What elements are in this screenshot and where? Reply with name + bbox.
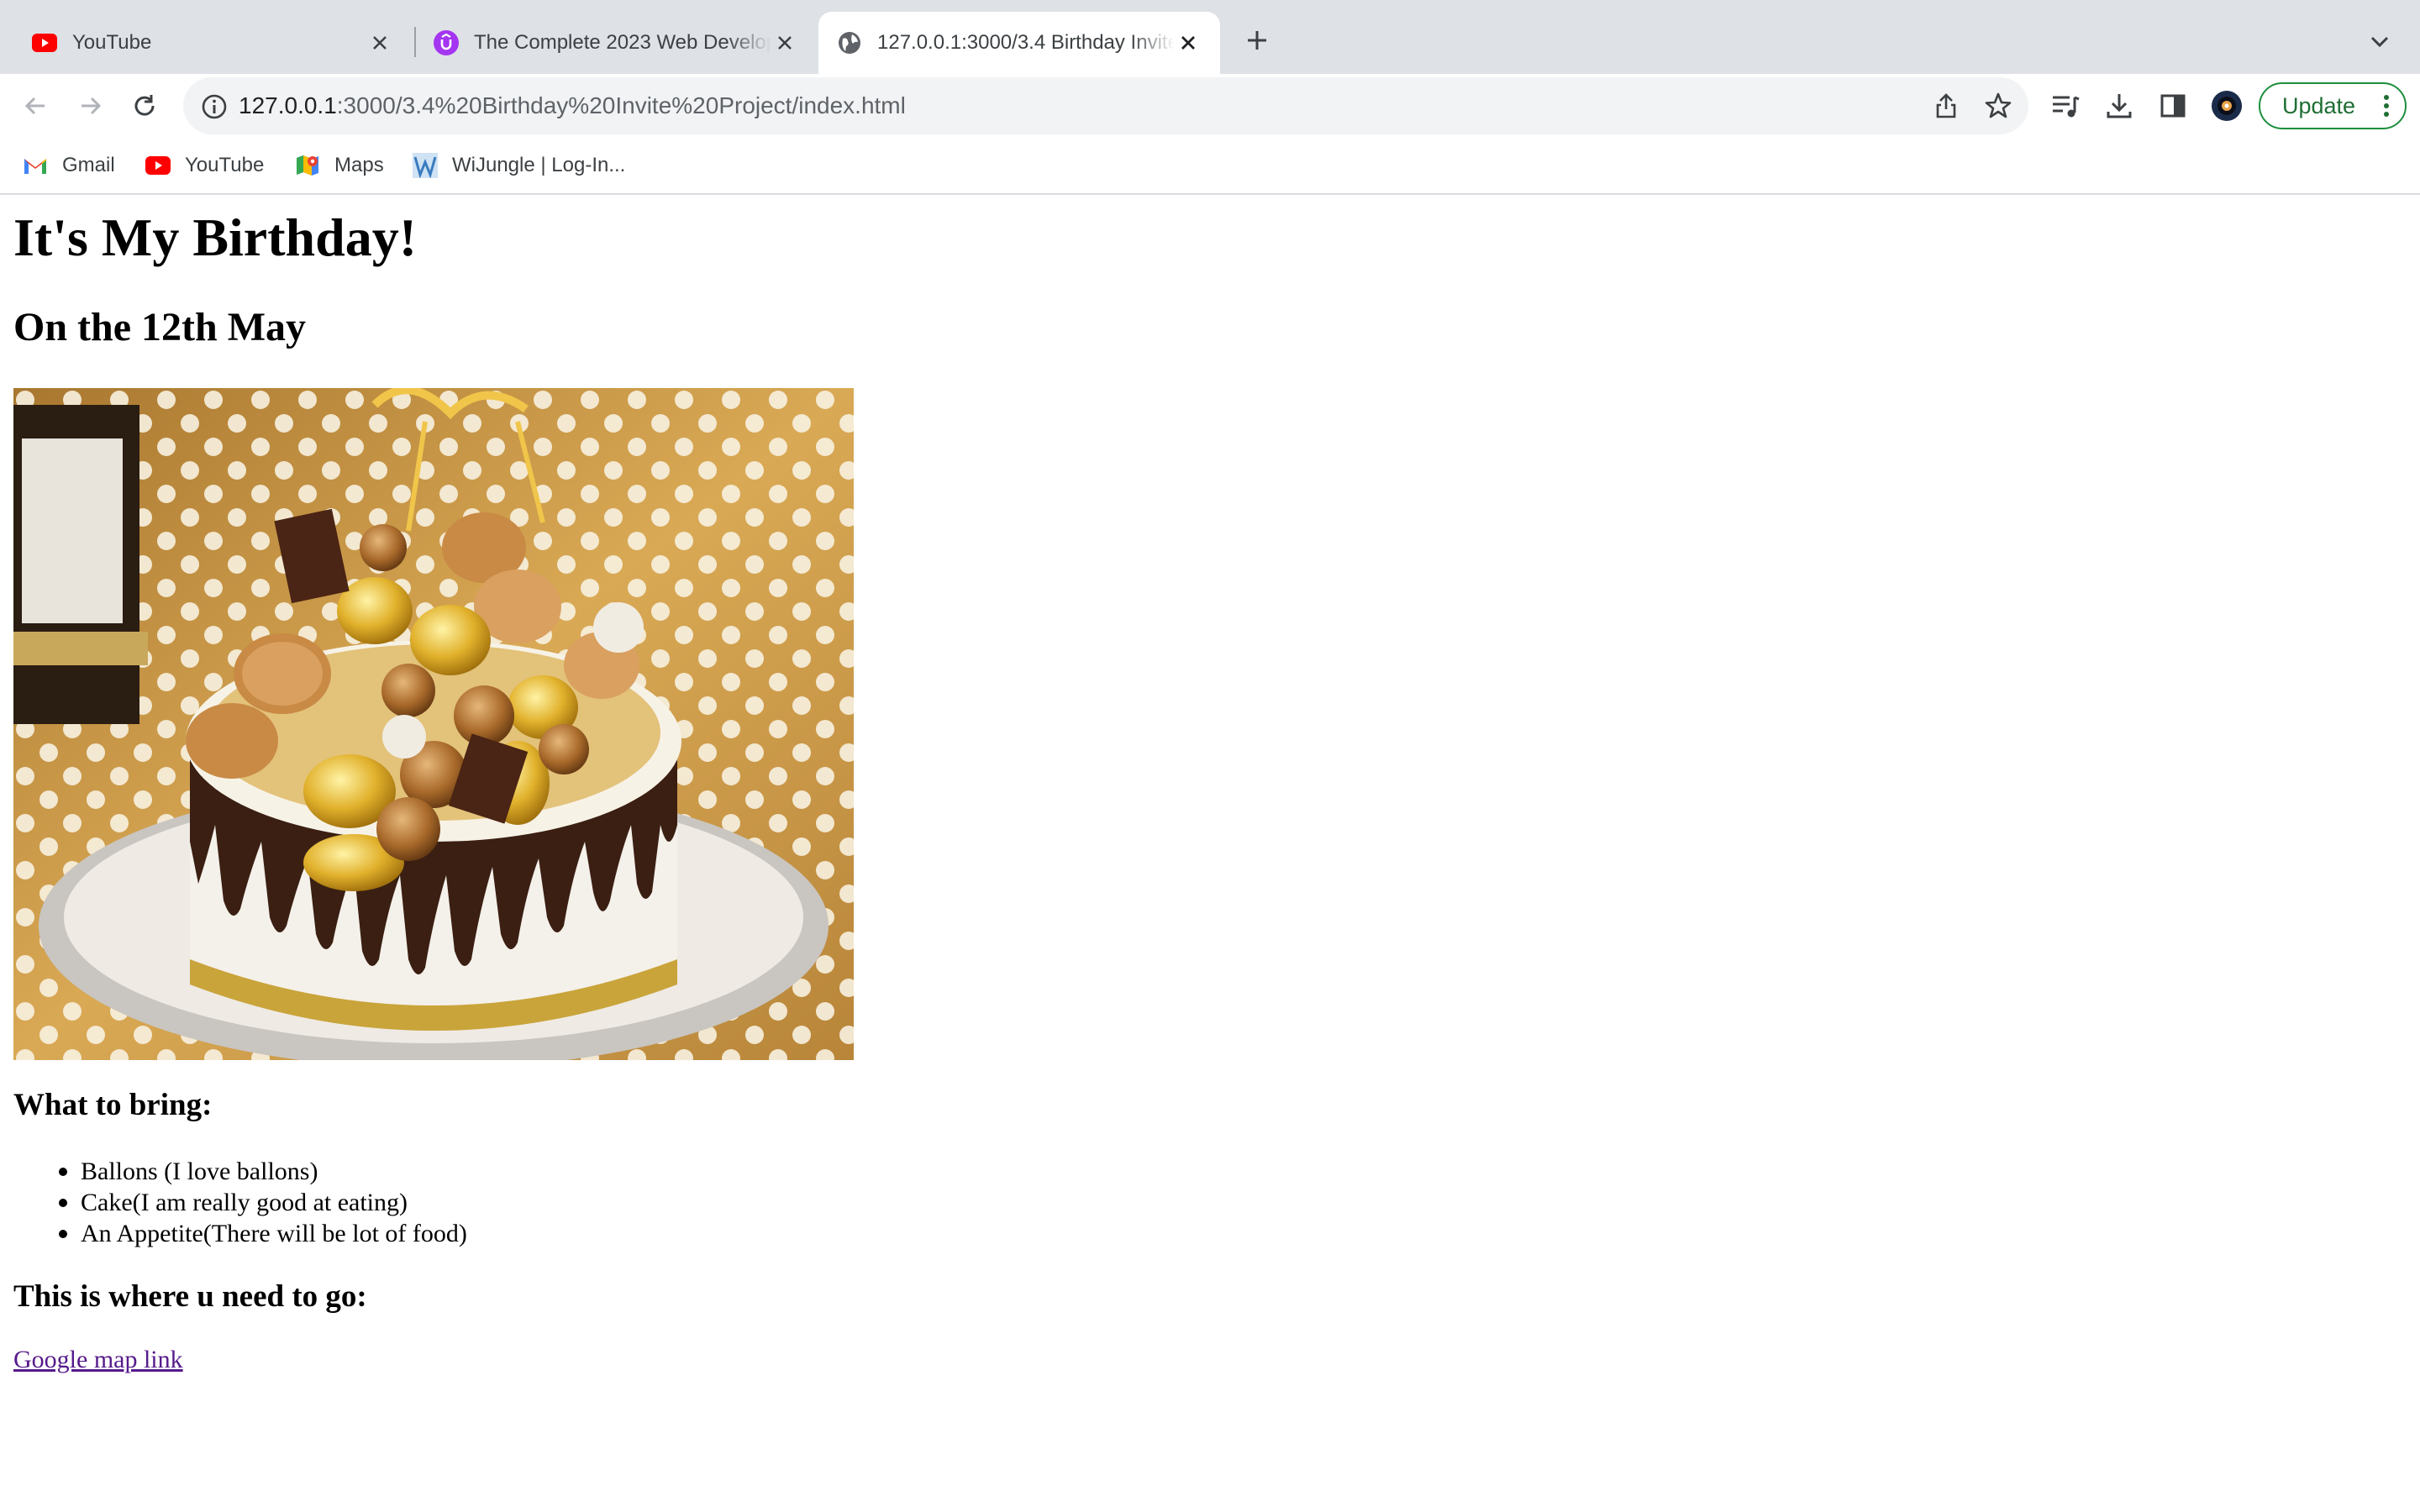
list-item: An Appetite(There will be lot of food) <box>59 1220 467 1247</box>
update-button[interactable]: Update <box>2259 82 2407 129</box>
wijungle-icon <box>412 152 439 179</box>
tab-youtube[interactable]: YouTube <box>0 12 412 74</box>
gmail-icon <box>22 152 49 179</box>
close-icon[interactable] <box>1175 29 1202 56</box>
browser-chrome: YouTube The Complete 2023 Web Developmen… <box>0 0 2420 195</box>
bring-list: Ballons (I love ballons) Cake(I am reall… <box>59 1156 467 1249</box>
event-date: On the 12th May <box>13 305 306 349</box>
update-label: Update <box>2282 92 2356 118</box>
close-icon[interactable] <box>366 29 393 56</box>
close-icon[interactable] <box>771 29 798 56</box>
forward-button[interactable] <box>72 87 109 124</box>
bookmark-label: Gmail <box>62 154 115 176</box>
globe-icon <box>837 30 862 55</box>
back-button[interactable] <box>17 87 54 124</box>
bookmark-label: YouTube <box>185 154 265 176</box>
info-icon[interactable] <box>200 92 229 121</box>
url-host: 127.0.0.1 <box>239 92 337 118</box>
tab-web-development-course[interactable]: The Complete 2023 Web Development <box>417 12 817 74</box>
bookmark-youtube[interactable]: YouTube <box>145 150 264 181</box>
bring-heading: What to bring: <box>13 1088 213 1122</box>
url-text[interactable]: 127.0.0.1:3000/3.4%20Birthday%20Invite%2… <box>239 92 906 119</box>
birthday-cake-image <box>13 388 854 1060</box>
tab-title: The Complete 2023 Web Development <box>474 31 771 54</box>
google-map-link[interactable]: Google map link <box>13 1346 183 1374</box>
side-panel-icon[interactable] <box>2156 89 2190 123</box>
youtube-icon <box>32 30 57 55</box>
maps-icon <box>294 152 321 179</box>
media-control-icon[interactable] <box>2049 89 2082 123</box>
more-options-icon[interactable] <box>2383 94 2390 118</box>
bookmark-gmail[interactable]: Gmail <box>22 150 115 181</box>
udemy-icon <box>434 30 459 55</box>
share-icon[interactable] <box>1931 91 1961 121</box>
bookmark-label: WiJungle | Log-In... <box>452 154 626 176</box>
list-item: Ballons (I love ballons) <box>59 1156 467 1187</box>
browser-toolbar: 127.0.0.1:3000/3.4%20Birthday%20Invite%2… <box>0 74 2420 138</box>
where-heading: This is where u need to go: <box>13 1279 367 1314</box>
tab-separator <box>414 27 416 57</box>
url-path: :3000/3.4%20Birthday%20Invite%20Project/… <box>336 92 906 118</box>
bookmark-maps[interactable]: Maps <box>294 150 384 181</box>
new-tab-button[interactable] <box>1240 24 1274 57</box>
page-title: It's My Birthday! <box>13 207 417 267</box>
tab-title: YouTube <box>72 31 152 54</box>
chevron-down-icon[interactable] <box>2363 25 2396 59</box>
tab-strip: YouTube The Complete 2023 Web Developmen… <box>0 0 2420 74</box>
profile-avatar[interactable] <box>2210 89 2244 123</box>
youtube-icon <box>145 152 171 179</box>
tab-title: 127.0.0.1:3000/3.4 Birthday Invite <box>877 31 1175 54</box>
tab-birthday-invite[interactable]: 127.0.0.1:3000/3.4 Birthday Invite <box>818 12 1220 74</box>
reload-button[interactable] <box>126 87 163 124</box>
bookmark-wijungle[interactable]: WiJungle | Log-In... <box>412 150 625 181</box>
bookmark-star-icon[interactable] <box>1983 91 2013 121</box>
page-content: It's My Birthday! On the 12th May What t… <box>0 195 2420 1512</box>
bookmarks-bar: Gmail YouTube Maps WiJungle | Log-In... <box>0 138 2420 195</box>
download-icon[interactable] <box>2102 89 2136 123</box>
bookmark-label: Maps <box>334 154 384 176</box>
address-bar[interactable]: 127.0.0.1:3000/3.4%20Birthday%20Invite%2… <box>183 77 2028 134</box>
list-item: Cake(I am really good at eating) <box>59 1187 467 1218</box>
